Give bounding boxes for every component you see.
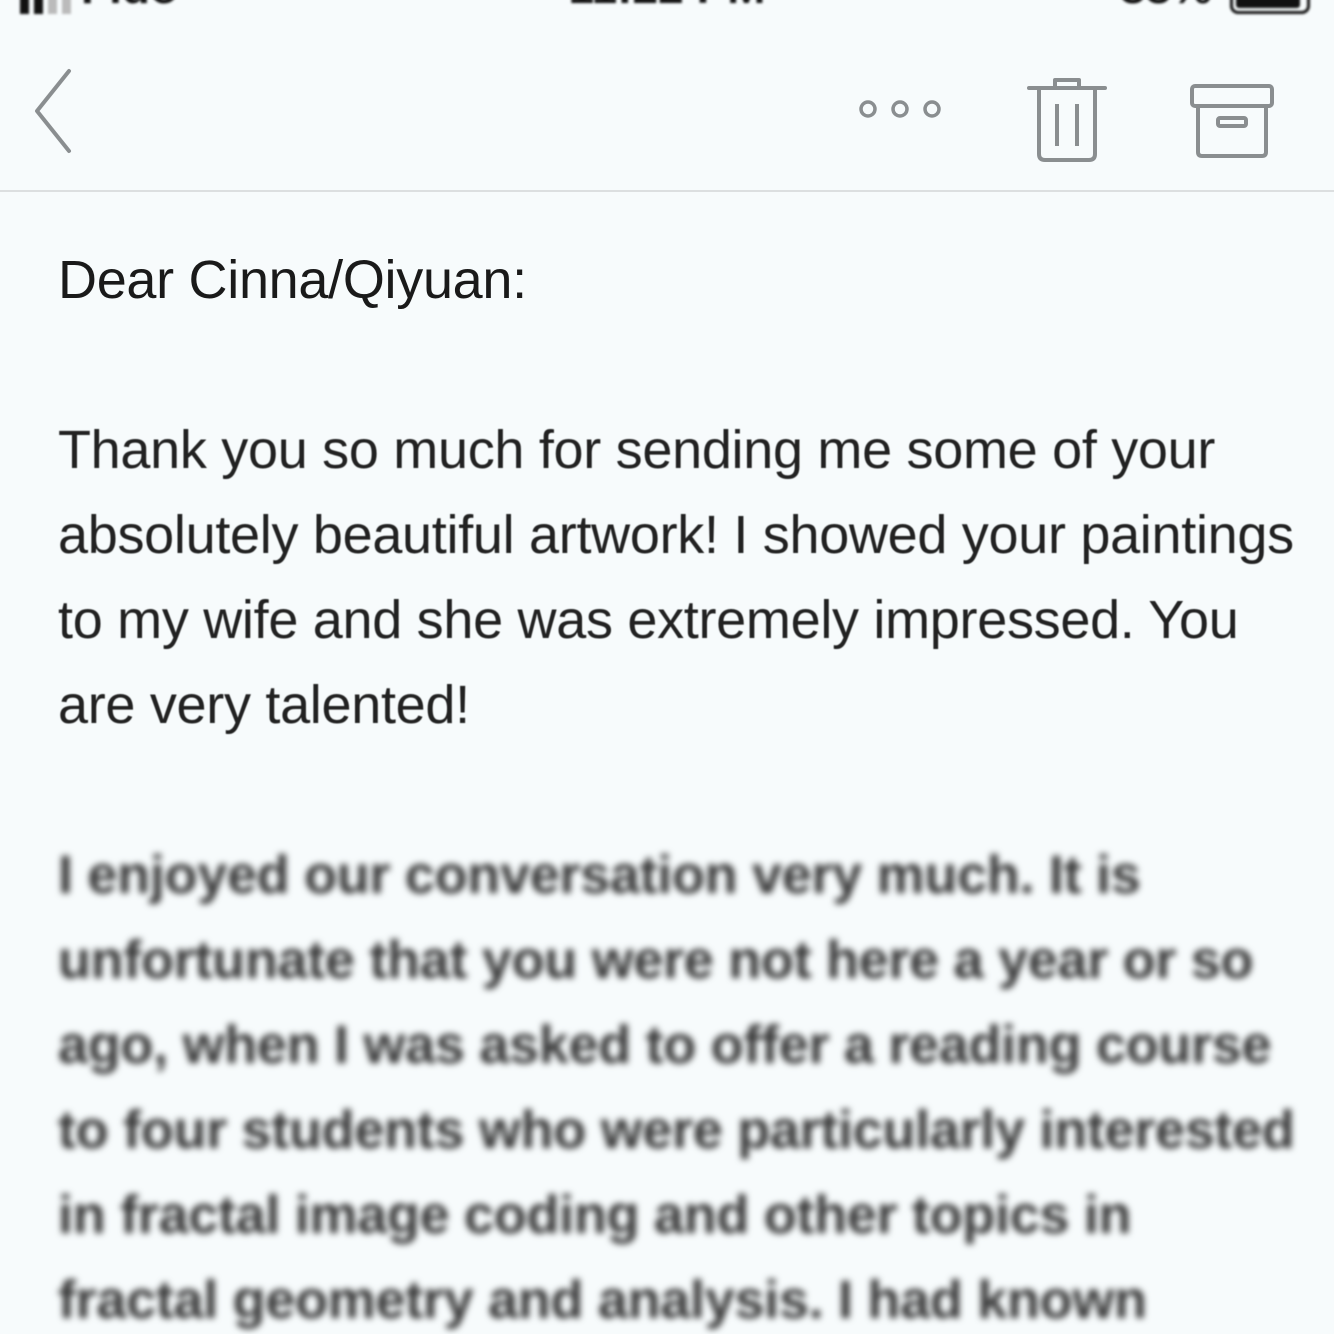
message-paragraph: Thank you so much for sending me some of… [58,420,1294,735]
archive-button[interactable] [1184,68,1280,172]
message-paragraph-blurred: I enjoyed our conversation very much. It… [58,845,1295,1330]
archive-icon [1190,84,1274,158]
salutation: Dear Cinna/Qiyuan: [58,250,527,310]
battery-icon [1230,0,1310,14]
nav-bar [0,20,1334,192]
back-button[interactable] [22,60,92,160]
message-body: Dear Cinna/Qiyuan: Thank you so much for… [58,238,1298,1334]
more-icon [859,100,941,118]
chevron-left-icon [35,69,71,153]
status-bar: Fido 11:22 PM 88% [0,0,1334,20]
email-screen: Fido 11:22 PM 88% [0,0,1334,1334]
status-right: 88% [1120,0,1310,14]
more-button[interactable] [850,84,950,134]
delete-button[interactable] [1022,64,1112,174]
battery-percent: 88% [1120,0,1212,14]
trash-icon [1027,78,1107,162]
